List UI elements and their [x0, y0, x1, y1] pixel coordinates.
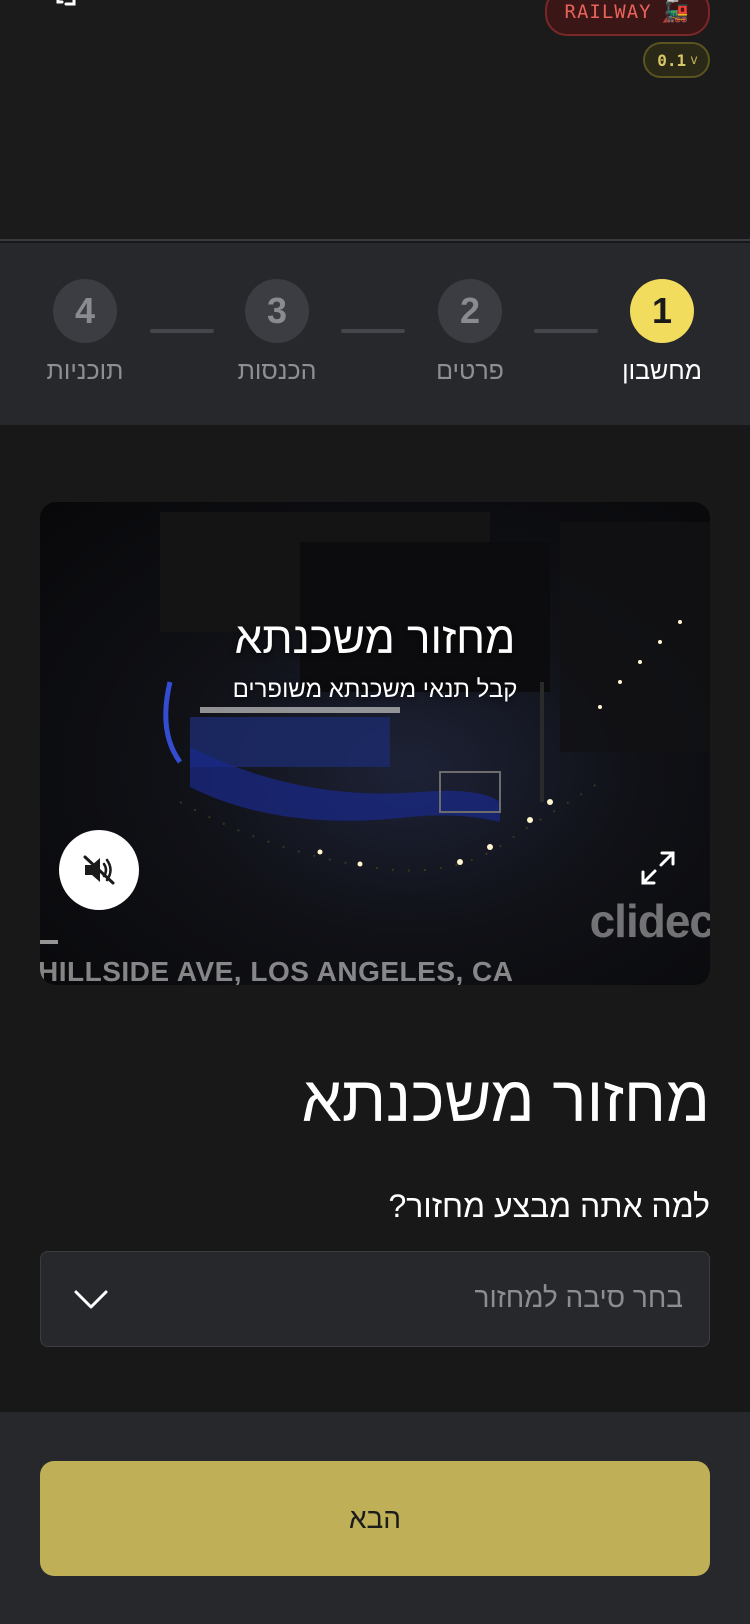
version-label: 0.1	[657, 50, 687, 70]
step-number: 4	[53, 279, 117, 343]
video-title: מחזור משכנתא	[234, 614, 516, 663]
page-title: מחזור משכנתא	[301, 1063, 710, 1135]
progress-stepper: 1 מחשבון 2 פרטים 3 הכנסות 4 תוכניות	[0, 243, 750, 425]
step-connector	[150, 329, 214, 333]
refinance-reason-label: למה אתה מבצע מחזור?	[388, 1188, 710, 1224]
step-label: מחשבון	[622, 357, 702, 385]
select-placeholder: בחר סיבה למחזור	[474, 1282, 683, 1313]
expand-icon[interactable]	[640, 850, 676, 886]
version-selector[interactable]: 0.1 v	[643, 42, 710, 78]
step-label: פרטים	[436, 357, 504, 385]
refinance-reason-select[interactable]: בחר סיבה למחזור	[40, 1251, 710, 1347]
step-number: 2	[438, 279, 502, 343]
video-subtitle: קבל תנאי משכנתא משופרים	[232, 676, 518, 703]
chevron-down-icon: v	[690, 52, 698, 68]
top-bar: RAILWAY 🚂 0.1 v	[0, 0, 750, 241]
step-label: הכנסות	[237, 357, 317, 385]
intro-video[interactable]: מחזור משכנתא קבל תנאי משכנתא משופרים cli…	[40, 502, 710, 985]
step-calculator[interactable]: 1 מחשבון	[602, 279, 722, 386]
step-connector	[534, 329, 598, 333]
step-details[interactable]: 2 פרטים	[410, 279, 530, 386]
step-connector	[341, 329, 405, 333]
environment-badge-label: RAILWAY	[564, 1, 652, 23]
step-number: 3	[245, 279, 309, 343]
next-button[interactable]: הבא	[40, 1461, 710, 1576]
video-watermark: clidec	[589, 895, 710, 947]
train-icon: 🚂	[661, 0, 690, 24]
step-plans[interactable]: 4 תוכניות	[25, 279, 145, 386]
step-number: 1	[630, 279, 694, 343]
footer-bar: הבא	[0, 1412, 750, 1624]
environment-badge: RAILWAY 🚂	[544, 0, 710, 36]
step-income[interactable]: 3 הכנסות	[217, 279, 337, 386]
speaker-muted-icon	[83, 855, 115, 885]
mute-button[interactable]	[59, 830, 139, 910]
logout-icon[interactable]	[52, 0, 82, 16]
step-label: תוכניות	[46, 357, 124, 385]
chevron-down-icon	[74, 1290, 108, 1309]
video-address-overlay: HILLSIDE AVE, LOS ANGELES, CA	[40, 956, 514, 985]
